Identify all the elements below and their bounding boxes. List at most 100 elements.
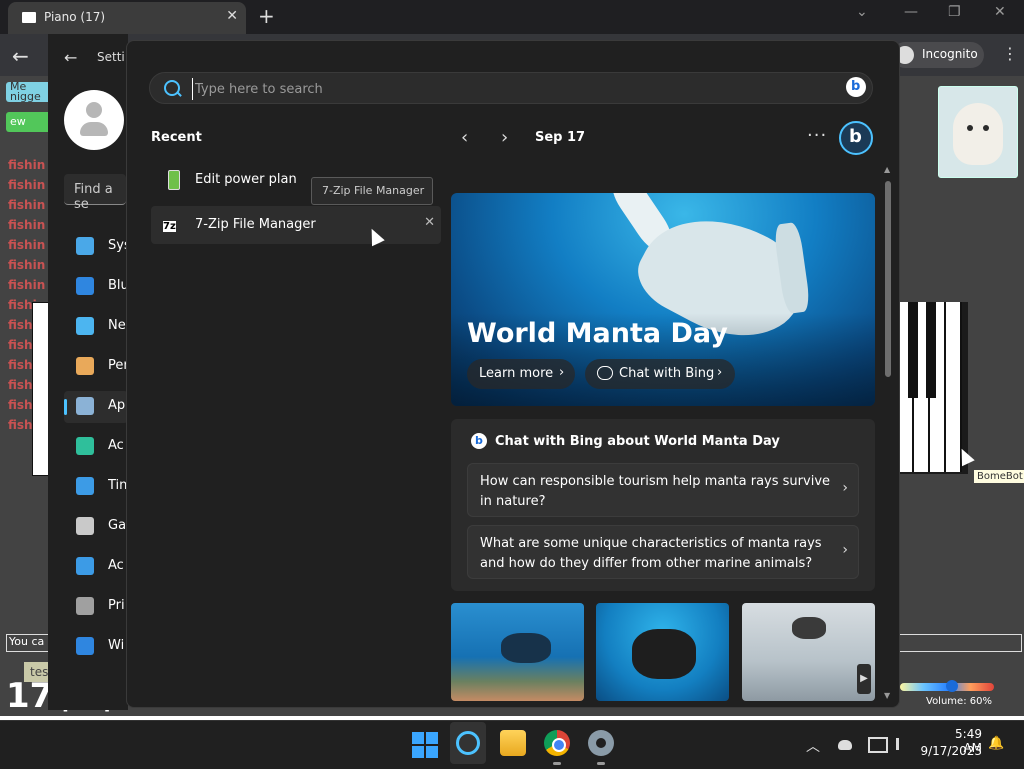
carousel-next-icon[interactable]: ▶ [857,664,871,694]
settings-nav-label: Sys [108,238,128,253]
settings-title: Setti [97,50,125,64]
search-input[interactable] [192,78,817,100]
chat-with-bing-card: b Chat with Bing about World Manta Day H… [451,419,875,591]
tooltip: 7-Zip File Manager [311,177,433,205]
bing-icon[interactable]: b [846,77,866,97]
incognito-indicator[interactable]: Incognito [892,42,984,68]
settings-nav-item[interactable]: Ac [64,431,128,463]
settings-nav-item[interactable]: Sys [64,231,128,263]
piano-black-key[interactable] [908,302,918,398]
accessibility-icon [76,557,94,575]
piano-favicon-icon [22,12,36,23]
recent-item-label: 7-Zip File Manager [195,217,316,232]
learn-more-button[interactable]: Learn more › [467,359,575,389]
file-explorer-icon[interactable] [500,730,526,756]
settings-nav-label: Per [108,358,128,373]
settings-nav-item[interactable]: Ne [64,311,128,343]
volume-slider-handle[interactable] [946,680,958,692]
recent-item-label: Edit power plan [195,172,297,187]
chat-with-bing-button[interactable]: Chat with Bing › [585,359,735,389]
privacy-icon [76,597,94,615]
date-label: Sep 17 [535,130,586,145]
hero-card[interactable]: World Manta Day Learn more › Chat with B… [451,193,875,406]
tray-overflow-icon[interactable]: ︿ [806,736,820,756]
apps-icon [76,397,94,415]
settings-nav-item[interactable]: Per [64,351,128,383]
scroll-down-icon[interactable]: ▼ [884,691,890,700]
network-icon[interactable] [868,737,888,753]
settings-nav-item[interactable]: Blu [64,271,128,303]
browser-tabstrip: Piano (17) ✕ + ⌄ — ❐ ✕ [0,0,1024,34]
settings-nav-item[interactable]: Ac [64,551,128,583]
settings-nav-label: Ga [108,518,127,533]
search-taskbar-icon[interactable] [456,731,480,755]
scrollbar-thumb[interactable] [885,181,891,377]
settings-nav-label: Blu [108,278,128,293]
cat-avatar-image [938,86,1018,178]
browser-menu-icon[interactable]: ⋮ [1002,44,1018,63]
maximize-button[interactable]: ❐ [948,4,961,20]
browser-tab[interactable]: Piano (17) ✕ [8,2,246,34]
bing-chat-icon[interactable]: b [839,121,873,155]
notification-bell-icon[interactable]: 🔔 [988,736,1004,751]
chat-line: fishin [8,198,46,212]
start-button-icon[interactable] [412,732,438,758]
settings-nav-item[interactable]: Ga [64,511,128,543]
incognito-label: Incognito [922,47,978,61]
settings-gear-icon[interactable] [588,730,614,756]
find-setting-input[interactable]: Find a se [64,174,126,212]
volume-muted-icon[interactable] [896,738,911,750]
chat-card-title: Chat with Bing about World Manta Day [495,434,780,449]
settings-nav-item[interactable]: Ap [64,391,128,423]
battery-icon [163,169,183,191]
settings-nav-label: Wi [108,638,125,653]
search-box[interactable]: b [149,72,873,104]
tab-title: Piano (17) [44,10,106,24]
tab-close-icon[interactable]: ✕ [226,8,238,24]
find-setting-placeholder: Find a se [74,182,113,212]
prev-day-icon[interactable]: ‹ [461,127,468,148]
manta-thumbnail[interactable] [596,603,729,701]
scroll-up-icon[interactable]: ▲ [884,165,890,174]
new-tab-button[interactable]: + [258,4,275,28]
clock-date[interactable]: 9/17/2023 [920,744,982,758]
hero-title: World Manta Day [467,318,728,349]
suggested-question[interactable]: What are some unique characteristics of … [467,525,859,579]
chat-input[interactable]: You ca [6,634,52,652]
time-icon [76,477,94,495]
recent-item-7zip[interactable]: 7z 7-Zip File Manager ✕ [151,206,441,244]
settings-nav-label: Ne [108,318,126,333]
onedrive-icon[interactable] [838,740,852,750]
remove-recent-icon[interactable]: ✕ [424,215,435,230]
chrome-icon[interactable] [544,730,570,756]
manta-thumbnail[interactable] [451,603,584,701]
chevron-right-icon: › [842,542,848,558]
more-options-icon[interactable]: ··· [807,125,827,146]
chat-line: fishin [8,278,46,292]
avatar[interactable] [64,90,124,150]
bing-icon: b [471,433,487,449]
piano-white-key[interactable] [946,302,962,472]
piano-black-key[interactable] [926,302,936,398]
chat-badge: ew [6,112,52,132]
update-icon [76,637,94,655]
next-day-icon[interactable]: › [501,127,508,148]
settings-nav-label: Ac [108,558,124,573]
chat-line: fishin [8,158,46,172]
close-window-button[interactable]: ✕ [994,4,1006,20]
browser-back-button[interactable]: ← [12,44,29,68]
manta-thumbnail[interactable] [742,603,875,701]
accounts-icon [76,437,94,455]
search-icon [164,80,180,96]
tab-search-icon[interactable]: ⌄ [856,4,868,20]
right-input-field[interactable] [898,634,1022,652]
minimize-button[interactable]: — [904,4,918,20]
piano-keyboard[interactable] [898,302,968,474]
settings-back-icon[interactable]: ← [64,48,77,67]
settings-nav-item[interactable]: Tin [64,471,128,503]
settings-nav-label: Pri [108,598,125,613]
settings-nav-item[interactable]: Pri [64,591,128,623]
search-panel: b Recent Edit power plan 7z 7-Zip File M… [126,40,900,708]
suggested-question[interactable]: How can responsible tourism help manta r… [467,463,859,517]
settings-nav-item[interactable]: Wi [64,631,128,663]
